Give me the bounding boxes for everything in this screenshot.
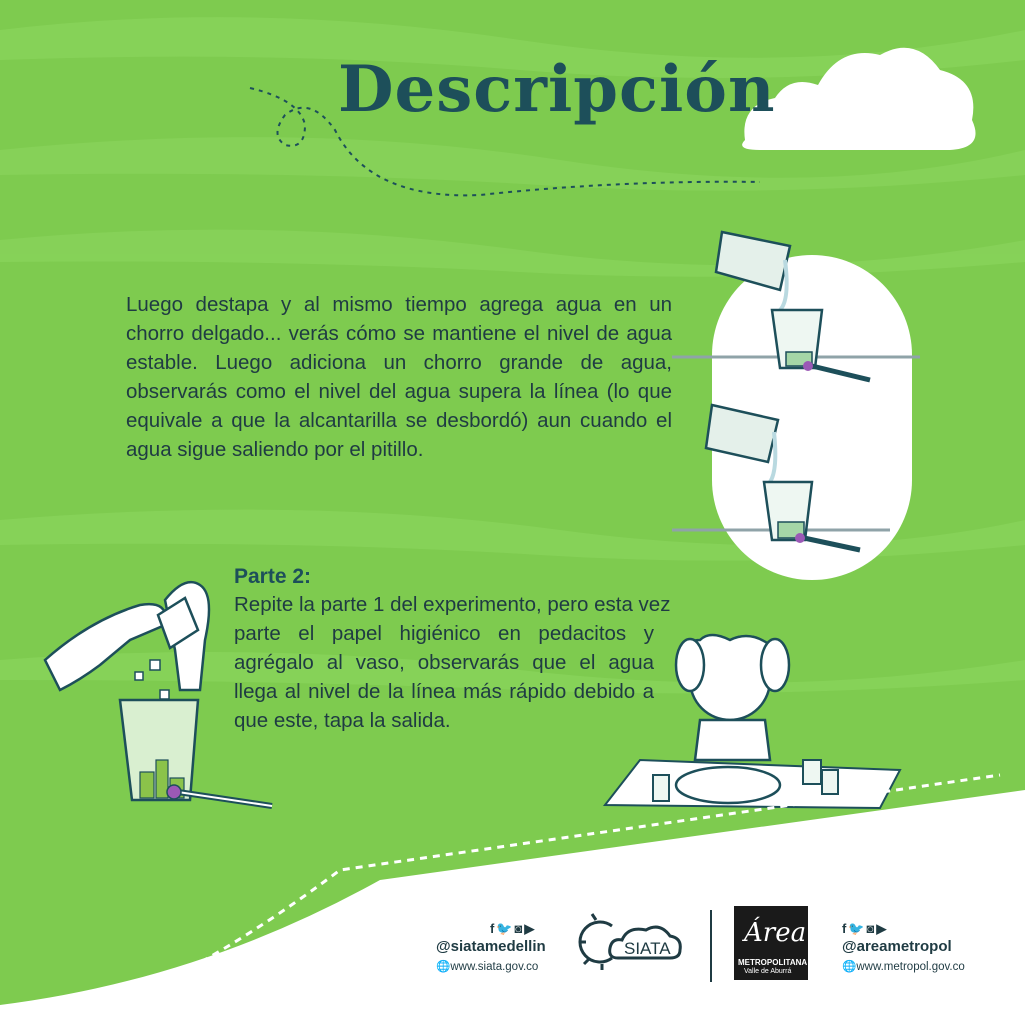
globe-icon: 🌐 — [842, 961, 857, 973]
siata-social-icons: f🐦◙▶ — [490, 921, 536, 937]
part2-body: parte el papel higiénico en pedacitos y … — [234, 622, 654, 732]
instagram-icon[interactable]: ◙ — [867, 921, 877, 936]
infographic-page: Descripción Luego destapa y al mismo tie… — [0, 0, 1025, 1024]
part2-text: Repite la parte 1 del experimento, pero … — [234, 590, 754, 735]
youtube-icon[interactable]: ▶ — [876, 921, 888, 936]
siata-logo: SIATA — [578, 913, 682, 970]
area-logo: Área METROPOLITANA Valle de Aburrá — [734, 906, 808, 980]
part2-first-line: Repite la parte 1 del experimento, pero … — [234, 593, 671, 616]
pouring-cup-top — [714, 230, 792, 292]
siata-website[interactable]: 🌐www.siata.gov.co — [436, 959, 538, 973]
siata-handle[interactable]: @siatamedellin — [436, 938, 546, 955]
area-logo-sub2: Valle de Aburrá — [744, 968, 792, 975]
instagram-icon[interactable]: ◙ — [515, 921, 525, 936]
twitter-icon[interactable]: 🐦 — [848, 921, 866, 936]
footer-divider — [710, 910, 712, 982]
area-social-icons: f🐦◙▶ — [842, 921, 888, 937]
part2-heading: Parte 2: — [234, 565, 312, 588]
area-logo-word: Área — [744, 918, 807, 948]
area-handle[interactable]: @areametropol — [842, 938, 952, 955]
background-illustration — [0, 17, 1025, 1024]
youtube-icon[interactable]: ▶ — [524, 921, 536, 936]
siata-logo-text: SIATA — [624, 939, 671, 958]
page-title: Descripción — [338, 52, 776, 127]
description-paragraph: Luego destapa y al mismo tiempo agrega a… — [126, 293, 672, 461]
twitter-icon[interactable]: 🐦 — [496, 921, 514, 936]
bottom-hill — [0, 790, 1025, 1024]
area-website[interactable]: 🌐www.metropol.gov.co — [842, 959, 965, 973]
area-logo-sub1: METROPOLITANA — [738, 958, 808, 967]
globe-icon: 🌐 — [436, 961, 451, 973]
